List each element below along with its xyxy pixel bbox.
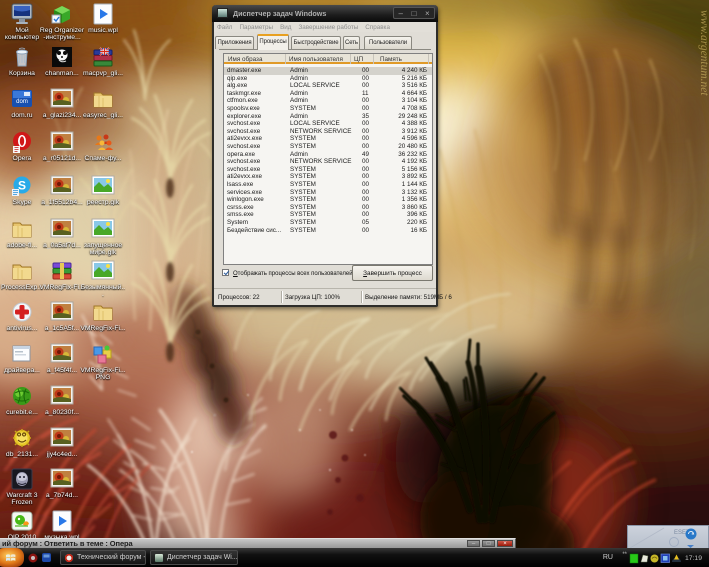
- svg-text:dom: dom: [16, 99, 28, 105]
- svg-text:S: S: [18, 179, 26, 193]
- svg-text:www.argentum.net: www.argentum.net: [698, 10, 709, 96]
